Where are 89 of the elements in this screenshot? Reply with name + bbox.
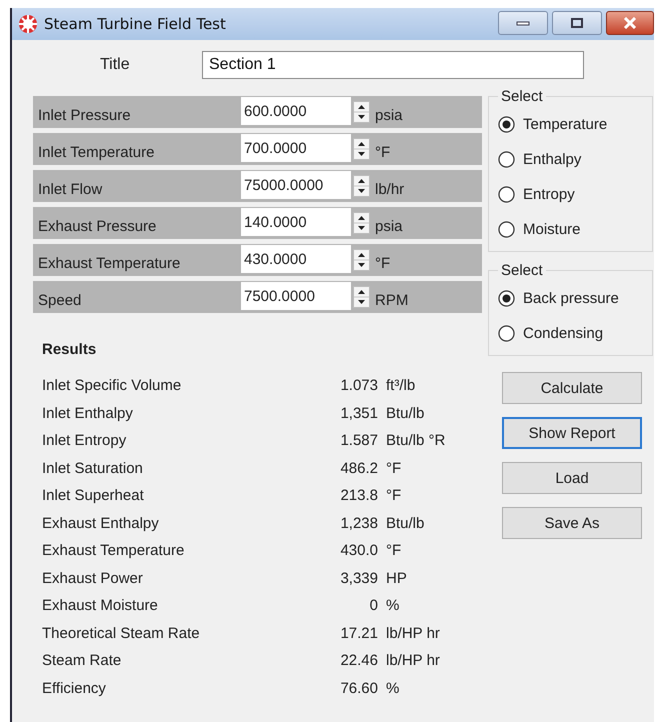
group-title: Select (500, 88, 544, 105)
result-value: 3,339 (339, 570, 378, 587)
result-label: Exhaust Temperature (42, 542, 186, 560)
radio-button[interactable] (498, 325, 515, 342)
radio-button[interactable] (498, 186, 515, 203)
action-button[interactable]: Load (502, 462, 642, 494)
number-field[interactable]: 140.0000 (241, 208, 351, 236)
result-value: 76.60 (339, 680, 378, 697)
result-unit: % (386, 680, 400, 697)
result-value: 430.0 (339, 542, 378, 560)
unit-label: °F (375, 254, 390, 272)
result-label: Inlet Specific Volume (42, 377, 182, 394)
option-label[interactable]: Enthalpy (523, 151, 582, 168)
result-unit: °F (386, 542, 402, 560)
result-unit: Btu/lb (386, 514, 424, 532)
gear-icon (18, 14, 38, 34)
result-value: 1,351 (339, 404, 378, 422)
minimize-icon (516, 19, 530, 27)
close-button[interactable] (606, 11, 654, 35)
result-unit: Btu/lb (386, 404, 424, 422)
result-label: Theoretical Steam Rate (42, 624, 201, 642)
number-field[interactable]: 7500.0000 (241, 282, 351, 310)
title-field[interactable]: Section 1 (202, 51, 584, 79)
maximize-icon (571, 18, 583, 28)
radio-button[interactable] (498, 116, 515, 133)
result-unit: lb/HP hr (386, 652, 440, 670)
option-label[interactable]: Moisture (523, 221, 581, 238)
action-button[interactable]: Calculate (502, 372, 642, 404)
result-unit: °F (386, 487, 402, 504)
number-field[interactable]: 430.0000 (241, 245, 351, 273)
result-label: Efficiency (42, 680, 107, 697)
option-label[interactable]: Temperature (523, 116, 608, 133)
unit-label: psia (375, 216, 403, 234)
number-field[interactable]: 600.0000 (241, 97, 351, 125)
result-unit: ft³/lb (386, 377, 416, 394)
result-label: Inlet Entropy (42, 432, 128, 450)
input-label: Exhaust Temperature (38, 254, 182, 272)
result-unit: lb/HP hr (386, 624, 440, 642)
spinner-icon[interactable] (353, 101, 370, 123)
option-label[interactable]: Condensing (523, 325, 604, 342)
spinner-icon[interactable] (353, 286, 370, 308)
result-value: 1.073 (339, 377, 378, 394)
result-unit: % (386, 597, 400, 614)
result-label: Exhaust Enthalpy (42, 514, 160, 532)
result-unit: Btu/lb °R (386, 432, 446, 450)
results-heading: Results (42, 341, 98, 358)
result-value: 486.2 (339, 460, 378, 477)
input-label: Inlet Temperature (38, 142, 156, 160)
option-label[interactable]: Entropy (523, 186, 575, 203)
radio-button[interactable] (498, 151, 515, 168)
result-value: 1.587 (339, 432, 378, 450)
action-button[interactable]: Save As (502, 507, 642, 539)
result-unit: °F (386, 460, 402, 477)
spinner-icon[interactable] (353, 249, 370, 271)
input-label: Inlet Flow (38, 180, 104, 198)
option-label[interactable]: Back pressure (523, 290, 619, 307)
radio-button[interactable] (498, 221, 515, 238)
window-title: Steam Turbine Field Test (44, 15, 226, 33)
result-label: Exhaust Power (42, 570, 144, 587)
unit-label: RPM (375, 290, 408, 308)
result-label: Exhaust Moisture (42, 597, 159, 614)
number-field[interactable]: 75000.0000 (241, 171, 351, 199)
result-value: 17.21 (339, 624, 378, 642)
input-label: Exhaust Pressure (38, 216, 158, 234)
input-label: Inlet Pressure (38, 106, 132, 124)
result-value: 213.8 (339, 487, 378, 504)
input-label: Speed (38, 290, 82, 308)
result-label: Inlet Superheat (42, 487, 145, 504)
title-label: Title (99, 56, 131, 74)
result-unit: HP (386, 570, 407, 587)
result-value: 0 (368, 597, 378, 614)
spinner-icon[interactable] (353, 212, 370, 234)
spinner-icon[interactable] (353, 138, 370, 160)
radio-button[interactable] (498, 290, 515, 307)
unit-label: psia (375, 106, 403, 124)
unit-label: °F (375, 142, 390, 160)
number-field[interactable]: 700.0000 (241, 134, 351, 162)
result-label: Inlet Enthalpy (42, 404, 134, 422)
group-title: Select (500, 262, 544, 279)
spinner-icon[interactable] (353, 175, 370, 197)
result-label: Steam Rate (42, 652, 122, 670)
result-value: 22.46 (339, 652, 378, 670)
minimize-button[interactable] (498, 11, 548, 35)
result-value: 1,238 (339, 514, 378, 532)
close-icon (623, 17, 637, 29)
maximize-button[interactable] (552, 11, 602, 35)
unit-label: lb/hr (375, 180, 404, 198)
result-label: Inlet Saturation (42, 460, 144, 477)
action-button[interactable]: Show Report (502, 417, 642, 449)
